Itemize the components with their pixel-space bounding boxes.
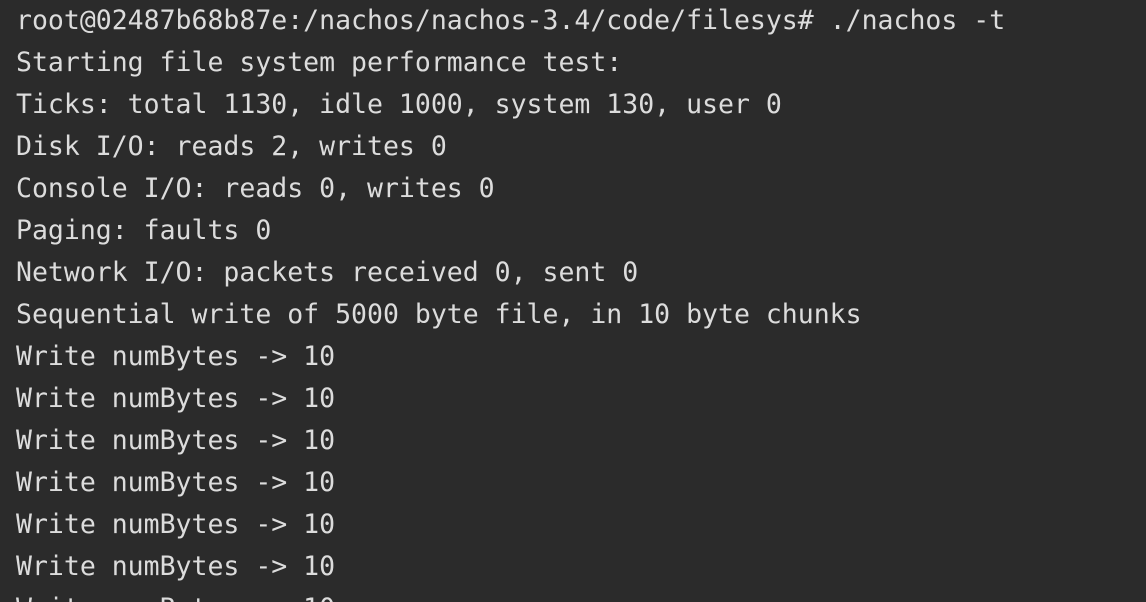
terminal-output: root@02487b68b87e:/nachos/nachos-3.4/cod…	[16, 0, 1005, 602]
output-line: Disk I/O: reads 2, writes 0	[16, 131, 447, 162]
output-line: Ticks: total 1130, idle 1000, system 130…	[16, 89, 782, 120]
output-line: Starting file system performance test:	[16, 47, 623, 78]
output-line: Write numBytes -> 10	[16, 551, 336, 582]
output-line: Write numBytes -> 10	[16, 509, 336, 540]
output-line: Write numBytes -> 10	[16, 425, 336, 456]
output-line: Paging: faults 0	[16, 215, 272, 246]
output-line: Sequential write of 5000 byte file, in 1…	[16, 299, 862, 330]
output-line: Console I/O: reads 0, writes 0	[16, 173, 495, 204]
output-line: Write numBytes -> 10	[16, 467, 336, 498]
output-line: Write numBytes -> 10	[16, 588, 1005, 602]
prompt-line: root@02487b68b87e:/nachos/nachos-3.4/cod…	[16, 5, 1006, 36]
output-line: Network I/O: packets received 0, sent 0	[16, 257, 639, 288]
terminal-window[interactable]: root@02487b68b87e:/nachos/nachos-3.4/cod…	[0, 0, 1146, 602]
output-line: Write numBytes -> 10	[16, 341, 336, 372]
output-line: Write numBytes -> 10	[16, 383, 336, 414]
